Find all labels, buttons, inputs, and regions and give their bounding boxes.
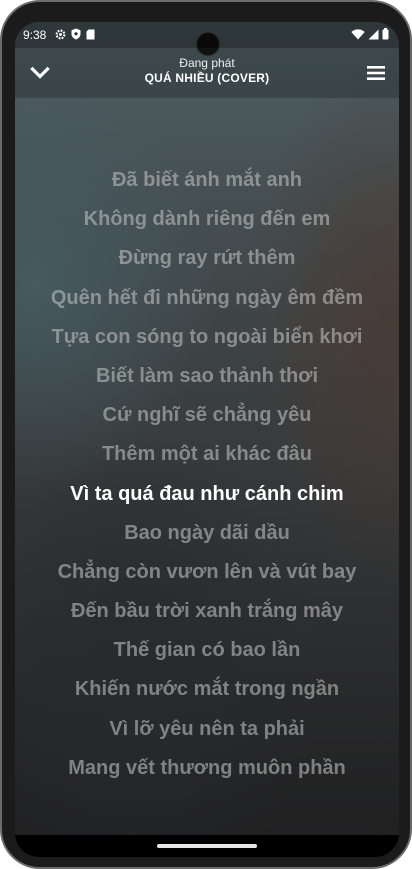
shield-icon	[71, 28, 81, 43]
lyric-line[interactable]: Thêm một ai khác đâu	[15, 435, 399, 474]
lyric-line[interactable]: Vì lỡ yêu nên ta phải	[15, 710, 399, 749]
song-title: QUÁ NHIỀU (COVER)	[144, 71, 270, 85]
status-time: 9:38	[23, 28, 47, 42]
lyric-line[interactable]: Thế gian có bao lần	[15, 631, 399, 670]
screen: 9:38 Đang phát QUÁ NHIỀU (COVER) Đã biết…	[15, 22, 399, 857]
lyric-line[interactable]: Cứ nghĩ sẽ chẳng yêu	[15, 396, 399, 435]
chevron-down-icon	[30, 66, 50, 79]
header-text: Đang phát QUÁ NHIỀU (COVER)	[95, 56, 319, 86]
status-right-icons	[351, 28, 389, 43]
signal-icon	[368, 29, 379, 43]
device-frame: 9:38 Đang phát QUÁ NHIỀU (COVER) Đã biết…	[0, 0, 412, 869]
battery-icon	[382, 28, 389, 43]
menu-icon	[367, 66, 385, 80]
lyric-line[interactable]: Đến bầu trời xanh trắng mây	[15, 592, 399, 631]
lyric-line[interactable]: Khiến nước mắt trong ngần	[15, 670, 399, 709]
collapse-button[interactable]	[27, 60, 53, 86]
lyric-line[interactable]: Đã biết ánh mắt anh	[15, 161, 399, 200]
menu-button[interactable]	[363, 60, 389, 86]
lyric-line-active[interactable]: Vì ta quá đau như cánh chim	[15, 475, 399, 514]
lyric-line[interactable]: Mang vết thương muôn phần	[15, 749, 399, 788]
now-playing-label: Đang phát	[179, 56, 235, 70]
sd-card-icon	[86, 29, 95, 43]
status-left-icons	[55, 28, 95, 43]
lyric-line[interactable]: Chẳng còn vươn lên và vút bay	[15, 553, 399, 592]
lyric-line[interactable]: Quên hết đi những ngày êm đềm	[15, 279, 399, 318]
home-indicator[interactable]	[157, 844, 257, 848]
lyric-line[interactable]: Bao ngày dãi dầu	[15, 514, 399, 553]
lyric-line[interactable]: Không dành riêng đến em	[15, 200, 399, 239]
status-bar: 9:38	[15, 22, 399, 56]
wifi-icon	[351, 28, 365, 43]
lyric-line[interactable]: Tựa con sóng to ngoài biển khơi	[15, 318, 399, 357]
gesture-nav-bar	[15, 835, 399, 857]
now-playing-header: Đang phát QUÁ NHIỀU (COVER)	[15, 48, 399, 98]
lyrics-list[interactable]: Đã biết ánh mắt anh Không dành riêng đến …	[15, 161, 399, 788]
gear-icon	[55, 29, 66, 43]
lyric-line[interactable]: Biết làm sao thảnh thơi	[15, 357, 399, 396]
lyric-line[interactable]: Đừng ray rứt thêm	[15, 239, 399, 278]
